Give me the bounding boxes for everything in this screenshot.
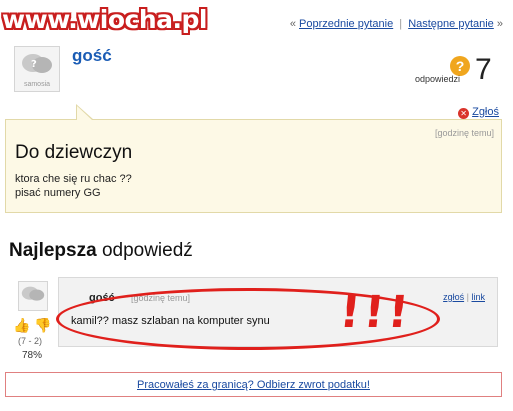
- report-link[interactable]: Zgłoś: [472, 106, 499, 118]
- nav-separator: |: [399, 18, 403, 30]
- answer-permalink[interactable]: link: [471, 292, 485, 302]
- asker-name[interactable]: gość: [72, 46, 112, 66]
- question-nav: « Poprzednie pytanie | Następne pytanie …: [290, 18, 503, 30]
- best-answer-heading: Najlepsza odpowiedź: [9, 240, 193, 262]
- answers-counter: ? odpowiedzi 7: [412, 53, 507, 90]
- question-box: [godzinę temu] Do dziewczyn ktora che si…: [5, 119, 502, 213]
- question-title: Do dziewczyn: [15, 142, 133, 163]
- avatar-bubble-icon: ?: [22, 54, 52, 73]
- vote-controls: 👍 👎: [13, 318, 53, 334]
- exclamation-marks: !!!: [337, 287, 415, 338]
- question-body-line: pisać numery GG: [15, 187, 101, 199]
- next-arrow: »: [496, 18, 503, 30]
- next-question-link[interactable]: Następne pytanie: [408, 18, 494, 30]
- answerer-avatar[interactable]: [18, 281, 48, 311]
- question-mark-icon: ?: [450, 56, 470, 76]
- prev-question-link[interactable]: Poprzednie pytanie: [299, 18, 393, 30]
- answerer-avatar-icon: [21, 286, 45, 301]
- vote-percent: 78%: [22, 350, 43, 361]
- report-question[interactable]: ✕ Zgłoś: [458, 106, 499, 119]
- answer-links-separator: |: [466, 292, 469, 302]
- question-time: [godzinę temu]: [434, 128, 494, 138]
- best-answer-heading-rest: odpowiedź: [101, 240, 193, 261]
- thumbs-up-icon[interactable]: 👍: [13, 318, 30, 332]
- prev-arrow: «: [289, 18, 296, 30]
- answers-label: odpowiedzi: [415, 74, 461, 84]
- avatar-label: samosia: [23, 81, 51, 88]
- question-body: ktora che się ru chac ?? pisać numery GG: [15, 172, 132, 200]
- ad-banner: Pracowałeś za granicą? Odbierz zwrot pod…: [5, 372, 502, 397]
- ad-link[interactable]: Pracowałeś za granicą? Odbierz zwrot pod…: [137, 379, 370, 391]
- watermark-logo: www.wiocha.pl: [2, 5, 207, 34]
- answers-count: 7: [475, 53, 492, 86]
- bubble-tail-fill: [77, 106, 92, 120]
- asker-avatar[interactable]: ? samosia: [14, 46, 60, 92]
- answer-links: zgłoś | link: [443, 292, 485, 302]
- best-answer-heading-bold: Najlepsza: [9, 240, 97, 261]
- thumbs-down-icon[interactable]: 👎: [34, 318, 51, 332]
- report-x-icon: ✕: [458, 108, 470, 119]
- question-body-line: ktora che się ru chac ??: [15, 173, 132, 185]
- svg-text:?: ?: [31, 59, 37, 70]
- answer-report-link[interactable]: zgłoś: [443, 292, 464, 302]
- vote-split: (7 - 2): [18, 336, 43, 346]
